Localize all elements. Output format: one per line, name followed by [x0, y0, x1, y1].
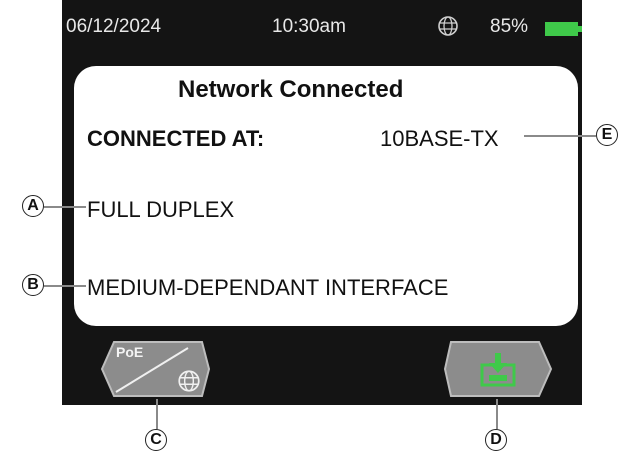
globe-icon	[438, 16, 458, 36]
status-date: 06/12/2024	[66, 16, 162, 37]
callout-e-leader	[524, 135, 596, 137]
poe-button[interactable]: PoE	[100, 340, 210, 398]
callout-d: D	[485, 429, 507, 451]
battery-percent: 85%	[490, 16, 529, 37]
connected-at-value: 10BASE-TX	[380, 126, 499, 151]
download-icon	[480, 353, 516, 387]
battery-tip	[578, 26, 582, 32]
connected-at-label: CONNECTED AT:	[87, 126, 265, 151]
panel-title: Network Connected	[178, 76, 404, 103]
callout-b: B	[22, 274, 44, 296]
callout-e: E	[596, 124, 618, 146]
callout-c: C	[145, 429, 167, 451]
status-time: 10:30am	[272, 16, 346, 37]
battery-icon	[545, 22, 578, 36]
callout-a-leader	[44, 206, 86, 208]
callout-a: A	[22, 195, 44, 217]
callout-d-leader	[496, 399, 498, 429]
poe-label: PoE	[116, 344, 144, 360]
callout-c-leader	[156, 399, 158, 429]
interface-status: MEDIUM-DEPENDANT INTERFACE	[87, 275, 449, 300]
globe-icon	[178, 370, 200, 392]
callout-b-leader	[44, 285, 86, 287]
save-button[interactable]	[443, 340, 553, 398]
duplex-status: FULL DUPLEX	[87, 197, 235, 222]
